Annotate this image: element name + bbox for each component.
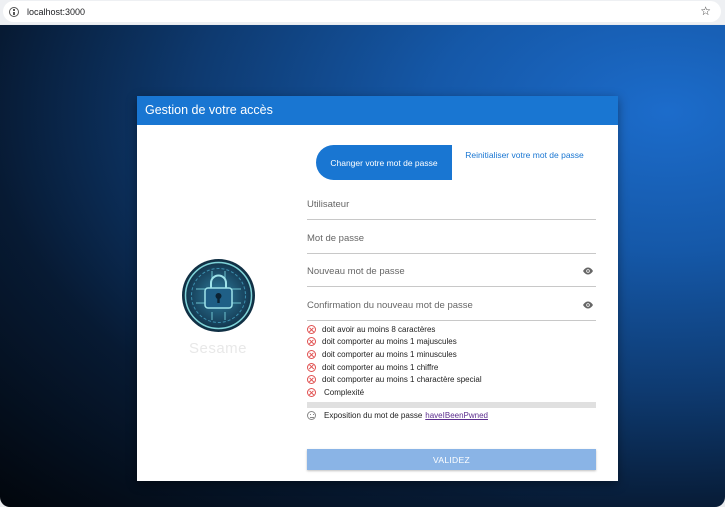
error-x-icon	[307, 337, 316, 347]
rule-text: Complexité	[324, 387, 365, 397]
new-password-input[interactable]	[307, 254, 577, 286]
tab-reset-password[interactable]: Reinitialiser votre mot de passe	[452, 145, 597, 180]
rule-text: doit avoir au moins 8 caractères	[322, 324, 436, 334]
rule-item: doit comporter au moins 1 charactère spe…	[307, 373, 596, 386]
complexity-progress-bar	[307, 402, 596, 408]
rule-text: doit comporter au moins 1 charactère spe…	[322, 375, 482, 385]
username-field[interactable]: Utilisateur	[307, 187, 596, 220]
password-input[interactable]	[307, 221, 577, 253]
page-background: Gestion de votre accès Sesame Changer vo…	[0, 25, 725, 507]
mode-tabs: Changer votre mot de passe Reinitialiser…	[316, 145, 597, 180]
username-input[interactable]	[307, 187, 577, 219]
tab-change-password[interactable]: Changer votre mot de passe	[316, 145, 452, 180]
logo-text: Sesame	[188, 340, 248, 357]
new-password-field[interactable]: Nouveau mot de passe	[307, 254, 596, 287]
access-dialog: Gestion de votre accès Sesame Changer vo…	[137, 96, 618, 481]
dialog-title: Gestion de votre accès	[137, 96, 618, 125]
rule-item: doit comporter au moins 1 chiffre	[307, 361, 596, 374]
rule-text: doit comporter au moins 1 minuscules	[322, 349, 457, 359]
rule-item-complexity: Complexité	[307, 386, 596, 399]
sesame-logo-icon	[181, 259, 255, 332]
error-x-icon	[307, 362, 316, 372]
exposure-text: Exposition du mot de passe	[324, 410, 423, 420]
password-rules-list: doit avoir au moins 8 caractères doit co…	[307, 323, 596, 399]
haveibeenpwned-link[interactable]: haveIBeenPwned	[425, 411, 488, 420]
rule-text: doit comporter au moins 1 majuscules	[322, 337, 457, 347]
validate-button[interactable]: VALIDEZ	[307, 449, 596, 470]
error-x-icon	[307, 387, 316, 397]
browser-toolbar: localhost:3000 ☆	[0, 0, 725, 24]
url-text[interactable]: localhost:3000	[27, 7, 85, 17]
error-x-icon	[307, 324, 316, 334]
password-exposure: Exposition du mot de passe haveIBeenPwne…	[307, 409, 488, 421]
rule-item: doit comporter au moins 1 majuscules	[307, 336, 596, 349]
neutral-face-icon	[307, 410, 316, 420]
logo-area: Sesame	[181, 259, 255, 357]
password-field[interactable]: Mot de passe	[307, 221, 596, 254]
rule-item: doit avoir au moins 8 caractères	[307, 323, 596, 336]
rule-text: doit comporter au moins 1 chiffre	[322, 362, 439, 372]
info-icon[interactable]	[9, 6, 19, 17]
show-confirm-password-eye-icon[interactable]	[582, 301, 594, 309]
show-password-eye-icon[interactable]	[582, 267, 594, 275]
rule-item: doit comporter au moins 1 minuscules	[307, 348, 596, 361]
error-x-icon	[307, 375, 316, 385]
confirm-password-input[interactable]	[307, 288, 577, 320]
bookmark-star-icon[interactable]: ☆	[700, 4, 711, 18]
confirm-password-field[interactable]: Confirmation du nouveau mot de passe	[307, 288, 596, 321]
error-x-icon	[307, 349, 316, 359]
address-bar[interactable]: localhost:3000 ☆	[3, 1, 721, 22]
